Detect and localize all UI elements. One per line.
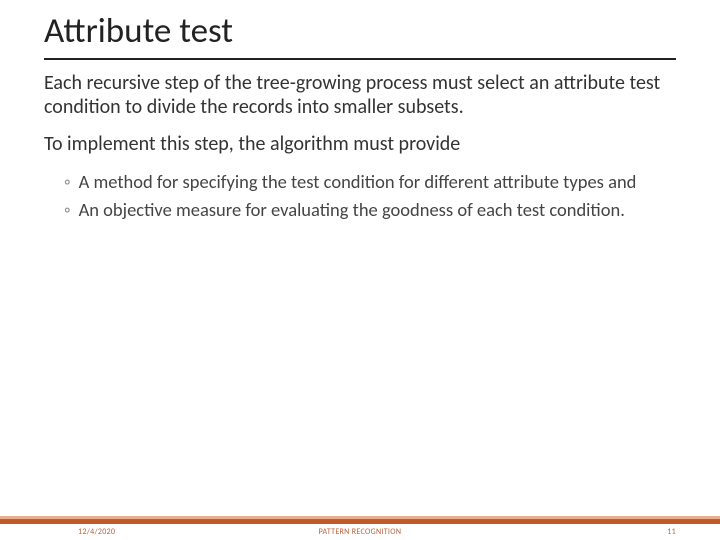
footer-row: 12/4/2020 11 PATTERN RECOGNITION [0,525,720,539]
bullet-list: ◦ A method for specifying the test condi… [44,171,676,222]
slide-footer: 12/4/2020 11 PATTERN RECOGNITION [0,512,720,540]
slide-body: Each recursive step of the tree-growing … [0,60,720,222]
footer-center-label: PATTERN RECOGNITION [0,527,720,537]
bullet-mark-icon: ◦ [64,171,79,194]
bullet-item: ◦ A method for specifying the test condi… [64,171,676,194]
slide-title: Attribute test [0,0,720,54]
footer-accent-bar [0,516,720,524]
slide: Attribute test Each recursive step of th… [0,0,720,540]
paragraph-1: Each recursive step of the tree-growing … [44,72,676,119]
bullet-mark-icon: ◦ [64,199,79,222]
paragraph-2: To implement this step, the algorithm mu… [44,133,676,157]
bullet-text: A method for specifying the test conditi… [79,171,676,194]
bullet-item: ◦ An objective measure for evaluating th… [64,199,676,222]
bullet-text: An objective measure for evaluating the … [79,199,676,222]
